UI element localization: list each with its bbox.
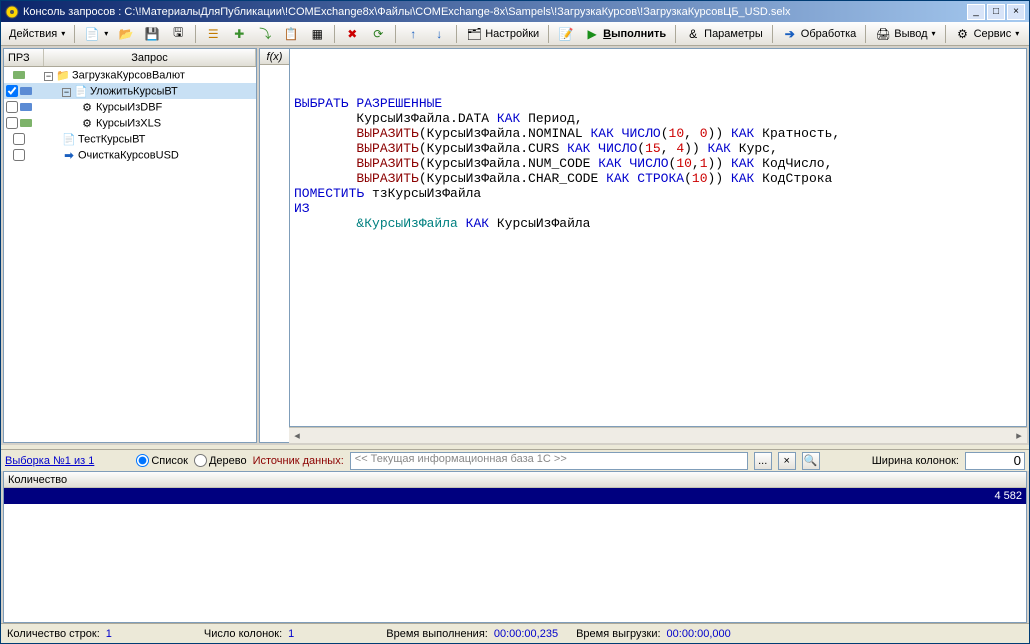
exec-value: 00:00:00,235 xyxy=(494,628,558,640)
open-icon[interactable]: 📂 xyxy=(114,24,138,44)
tree-header: ПРЗ Запрос xyxy=(4,49,256,67)
actions-menu[interactable]: Действия▾ xyxy=(5,24,69,44)
copy-icon[interactable]: 📋 xyxy=(279,24,303,44)
run-button[interactable]: ▶Выполнить xyxy=(580,24,670,44)
tree-item[interactable]: ⚙КурсыИзDBF xyxy=(4,99,256,115)
params-button[interactable]: &Параметры xyxy=(681,24,767,44)
delete-icon[interactable]: ✖ xyxy=(340,24,364,44)
editor-gutter: f(x) xyxy=(259,48,289,443)
query-builder-icon[interactable]: 📝 xyxy=(554,24,578,44)
close-button[interactable]: × xyxy=(1007,4,1025,20)
grid-icon[interactable]: ▦ xyxy=(305,24,329,44)
rows-label: Количество строк: xyxy=(7,628,100,640)
tree-item[interactable]: −📁ЗагрузкаКурсовВалют xyxy=(4,67,256,83)
tree-item[interactable]: ⚙КурсыИзXLS xyxy=(4,115,256,131)
up-icon[interactable]: ↑ xyxy=(401,24,425,44)
list-icon[interactable]: ☰ xyxy=(201,24,225,44)
titlebar: Консоль запросов : C:\!МатериалыДляПубли… xyxy=(1,1,1029,22)
col-query[interactable]: Запрос xyxy=(44,49,256,66)
source-find-icon[interactable]: 🔍 xyxy=(802,452,820,470)
result-empty-area xyxy=(4,504,1026,622)
new-icon[interactable]: 📄▾ xyxy=(80,24,112,44)
saveall-icon[interactable]: 🖫 xyxy=(166,24,190,44)
query-tree-panel: ПРЗ Запрос −📁ЗагрузкаКурсовВалют−📄Уложит… xyxy=(3,48,257,443)
output-menu[interactable]: 🖨Вывод▾ xyxy=(871,24,939,44)
tree-item[interactable]: −📄УложитьКурсыВТ xyxy=(4,83,256,99)
colwidth-input[interactable] xyxy=(965,452,1025,470)
radio-list[interactable]: Список xyxy=(136,454,188,467)
window-title: Консоль запросов : C:\!МатериалыДляПубли… xyxy=(23,6,965,18)
tree-body[interactable]: −📁ЗагрузкаКурсовВалют−📄УложитьКурсыВТ⚙Ку… xyxy=(4,67,256,442)
datasource-field[interactable]: << Текущая информационная база 1C >> xyxy=(350,452,748,470)
down-icon[interactable]: ↓ xyxy=(427,24,451,44)
col-prz[interactable]: ПРЗ xyxy=(4,49,44,66)
fx-label[interactable]: f(x) xyxy=(260,49,289,65)
dump-value: 00:00:00,000 xyxy=(667,628,731,640)
minimize-button[interactable]: _ xyxy=(967,4,985,20)
add-icon[interactable]: ✚ xyxy=(227,24,251,44)
editor-area: f(x) ▸ ВЫБРАТЬ РАЗРЕШЕННЫЕ КурсыИзФайла.… xyxy=(259,48,1027,443)
source-label: Источник данных: xyxy=(253,455,344,467)
selection-link[interactable]: Выборка №1 из 1 xyxy=(5,455,94,467)
result-header[interactable]: Количество xyxy=(4,472,1026,488)
cols-value: 1 xyxy=(288,628,294,640)
source-browse-button[interactable]: ... xyxy=(754,452,772,470)
result-grid: Количество 4 582 xyxy=(3,471,1027,623)
maximize-button[interactable]: □ xyxy=(987,4,1005,20)
settings-button[interactable]: 🗂Настройки xyxy=(462,24,543,44)
save-icon[interactable]: 💾 xyxy=(140,24,164,44)
add-sub-icon[interactable]: ⤵ xyxy=(253,24,277,44)
radio-tree[interactable]: Дерево xyxy=(194,454,247,467)
source-clear-button[interactable]: × xyxy=(778,452,796,470)
colwidth-label: Ширина колонок: xyxy=(872,455,959,467)
tree-item[interactable]: ➡ОчисткаКурсовUSD xyxy=(4,147,256,163)
app-icon xyxy=(5,5,19,19)
processing-button[interactable]: ➔Обработка xyxy=(778,24,860,44)
result-row[interactable]: 4 582 xyxy=(4,488,1026,504)
refresh-icon[interactable]: ⟳ xyxy=(366,24,390,44)
workspace: ПРЗ Запрос −📁ЗагрузкаКурсовВалют−📄Уложит… xyxy=(1,46,1029,445)
query-editor[interactable]: ▸ ВЫБРАТЬ РАЗРЕШЕННЫЕ КурсыИзФайла.DATA … xyxy=(289,48,1027,427)
statusbar: Количество строк: 1 Число колонок: 1 Вре… xyxy=(1,623,1029,643)
exec-label: Время выполнения: xyxy=(386,628,488,640)
tree-item[interactable]: 📄ТестКурсыВТ xyxy=(4,131,256,147)
rows-value: 1 xyxy=(106,628,112,640)
result-toolbar: Выборка №1 из 1 Список Дерево Источник д… xyxy=(1,449,1029,471)
toolbar: Действия▾ 📄▾ 📂 💾 🖫 ☰ ✚ ⤵ 📋 ▦ ✖ ⟳ ↑ ↓ 🗂На… xyxy=(1,22,1029,46)
service-menu[interactable]: ⚙Сервис▾ xyxy=(951,24,1024,44)
editor-hscrollbar[interactable]: ◂ ▸ xyxy=(289,427,1027,443)
cols-label: Число колонок: xyxy=(204,628,282,640)
dump-label: Время выгрузки: xyxy=(576,628,660,640)
